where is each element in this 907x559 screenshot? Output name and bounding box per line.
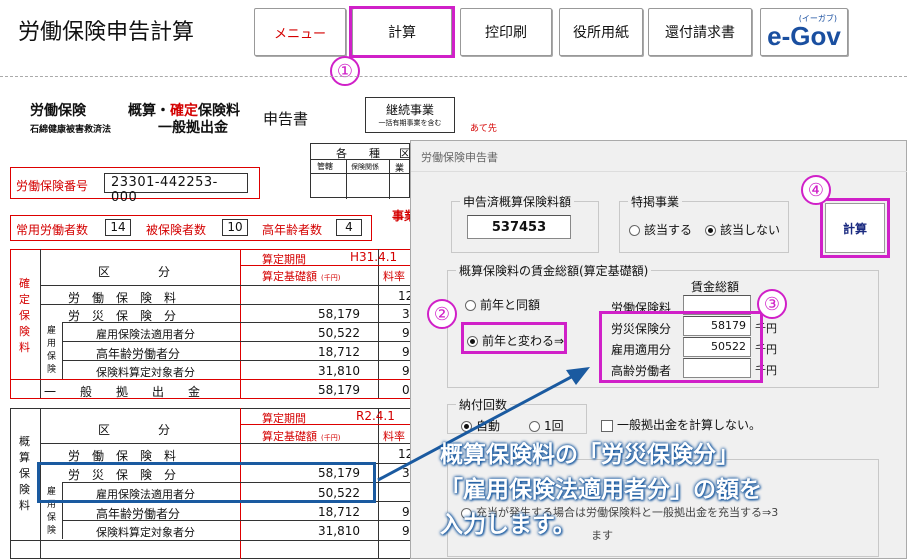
addressee-label: あて先 (470, 124, 497, 134)
estimated-kubun-header: 区 分 (98, 423, 171, 437)
step-3-marker: ③ (757, 289, 787, 319)
reported-premium-input[interactable]: 537453 (467, 215, 571, 239)
confirmed-employ-side: 雇用保険 (47, 326, 57, 375)
workers-label: 常用労働者数 (16, 223, 89, 237)
elderly-value: 4 (336, 219, 362, 236)
instruction-callout: 概算保険料の「労災保険分」 「雇用保険法適用者分」の額を 入力します。 (440, 438, 762, 543)
general-contribution-label: 一 般 拠 出 金 (44, 385, 201, 399)
header-divider (0, 76, 907, 77)
estimated-row-3-value: 18,712 (318, 505, 360, 519)
estimated-row-4-value: 31,810 (318, 524, 360, 538)
confirmed-row-2-value: 50,522 (318, 326, 360, 340)
egov-logo-button[interactable]: (イーガブ) e-Gov (760, 8, 848, 56)
dialog-title: 労働保険申告書 (421, 151, 498, 164)
estimated-row-3-label: 高年齢労働者分 (96, 507, 181, 521)
step-1-marker: ① (330, 56, 360, 86)
confirmed-row-4-value: 31,810 (318, 364, 360, 378)
estimated-row-4-label: 保険料算定対象者分 (96, 526, 195, 539)
callout-line-2: 「雇用保険法適用者分」の額を (440, 477, 762, 503)
menu-button[interactable]: メニュー (254, 8, 346, 56)
dialog-calc-highlight (820, 198, 890, 258)
confirmed-row-1-label: 労 災 保 険 分 (68, 309, 177, 323)
insured-value: 10 (222, 219, 248, 236)
wage-total-header: 賃金総額 (691, 280, 740, 294)
egov-logo: e-Gov (767, 21, 841, 51)
confirmed-row-1-rate: 3 (402, 307, 410, 321)
confirmed-row-4-label: 保険料算定対象者分 (96, 366, 195, 379)
same-as-last-radio[interactable]: 前年と同額 (465, 296, 540, 313)
elderly-label: 高年齢者数 (262, 223, 323, 237)
refund-request-button[interactable]: 還付請求書 (648, 8, 752, 56)
callout-line-3: 入力します。 (440, 512, 576, 538)
calc-button-highlight (349, 6, 455, 58)
form-title-labor: 労働保険 (30, 103, 86, 119)
special-no-radio[interactable]: 該当しない (705, 221, 780, 238)
step-2-marker: ② (427, 299, 457, 329)
estimated-side-label: 概算保険料 (19, 435, 30, 512)
estimated-row-3-rate: 9 (402, 505, 410, 519)
reported-premium-label: 申告済概算保険料額 (460, 193, 575, 210)
confirmed-side-label: 確定保険料 (19, 277, 30, 354)
confirmed-row-2-label: 雇用保険法適用者分 (96, 328, 195, 341)
kind-e: 保険関係 (351, 163, 379, 171)
confirmed-row-3-label: 高年齢労働者分 (96, 347, 181, 361)
app-title: 労働保険申告計算 (18, 20, 195, 45)
special-business-label: 特掲事業 (628, 193, 683, 210)
changed-radio-highlight (461, 322, 567, 354)
confirmed-rate-label: 料率 (383, 270, 405, 283)
workers-value: 14 (105, 219, 131, 236)
form-title-asbestos: 石綿健康被害救済法 (30, 125, 112, 135)
confirmed-period-label: 算定期間 (262, 253, 306, 266)
confirmed-base-label: 算定基礎額 (千円) (262, 270, 341, 283)
confirmed-kubun-header: 区 分 (98, 265, 171, 279)
callout-line-1: 概算保険料の「労災保険分」 (440, 442, 739, 468)
form-title-general: 一般拠出金 (158, 120, 228, 136)
wage-inputs-highlight (599, 311, 763, 383)
confirmed-row-3-rate: 9 (402, 345, 410, 359)
insurance-number-value: 23301-442253-000 (104, 173, 248, 205)
estimated-input-highlight (37, 462, 376, 503)
confirmed-row-3-value: 18,712 (318, 345, 360, 359)
confirmed-row-1-value: 58,179 (318, 307, 360, 321)
confirmed-row-2-rate: 9 (402, 326, 410, 340)
confirmed-period-value: H31.4.1 (350, 250, 398, 264)
step-4-marker: ④ (801, 175, 831, 205)
estimated-period-label: 算定期間 (262, 412, 306, 425)
estimated-row-4-rate: 9 (402, 524, 410, 538)
special-yes-radio[interactable]: 該当する (629, 221, 692, 238)
kind-table: 各 種 区 管轄 保険関係 業 (310, 143, 411, 199)
continuing-business-box: 継続事業 一括有期事業を含む (365, 97, 455, 133)
estimated-base-label: 算定基礎額 (千円) (262, 430, 341, 443)
confirmed-row-0-label: 労 働 保 険 料 (68, 291, 177, 305)
continuing-business-sub: 一括有期事業を含む (378, 119, 442, 127)
general-contribution-value: 58,179 (318, 383, 360, 397)
no-general-checkbox[interactable]: 一般拠出金を計算しない。 (601, 416, 761, 433)
insured-label: 被保険者数 (146, 223, 207, 237)
office-form-button[interactable]: 役所用紙 (559, 8, 643, 56)
print-button[interactable]: 控印刷 (460, 8, 552, 56)
wage-group-label: 概算保険料の賃金総額(算定基礎額) (456, 262, 652, 279)
form-title-declaration: 申告書 (263, 110, 309, 128)
continuing-business-label: 継続事業 (385, 103, 434, 117)
insurance-number-label: 労働保険番号 (16, 179, 89, 193)
kind-d: 管轄 (317, 162, 333, 171)
